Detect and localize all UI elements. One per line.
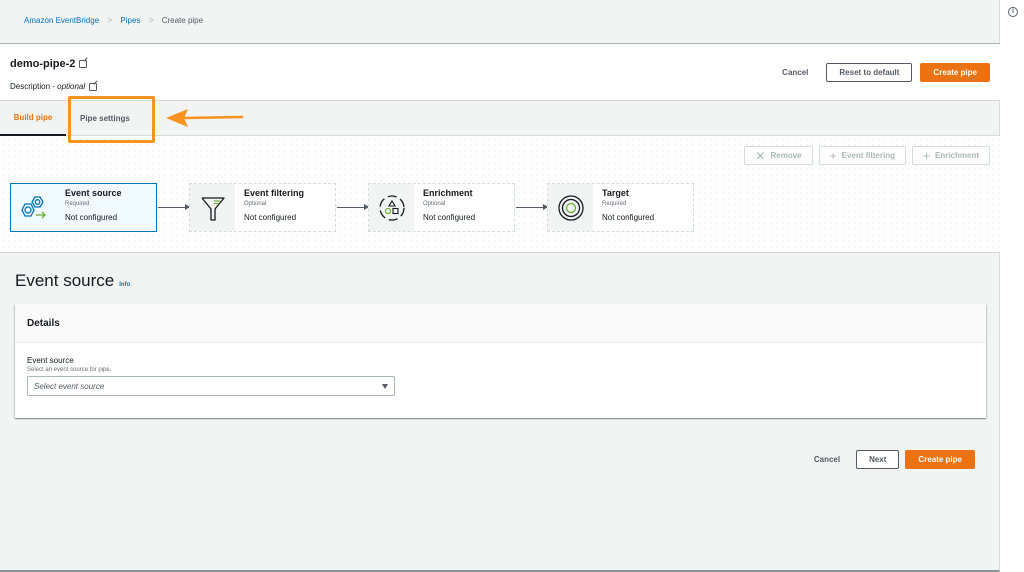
node-text: Enrichment Optional Not configured [414, 184, 475, 231]
info-link[interactable]: Info [119, 282, 130, 288]
target-icon [557, 194, 584, 221]
breadcrumb-create-pipe: Create pipe [161, 15, 204, 25]
footer-cancel-button[interactable]: Cancel [804, 455, 850, 464]
canvas-actions: ✕ Remove + Event filtering + Enrichment [744, 146, 990, 165]
node-requirement: Optional [423, 201, 446, 207]
node-status: Not configured [602, 213, 655, 222]
node-title: Target [602, 188, 629, 198]
connector-arrow [337, 204, 369, 210]
remove-button[interactable]: ✕ Remove [744, 146, 813, 165]
add-event-filtering-label: Event filtering [841, 151, 895, 160]
description-row: Description - optional [10, 82, 98, 91]
node-icon-wrap [11, 184, 56, 231]
footer-actions: Cancel Next Create pipe [804, 450, 975, 469]
node-title: Event source [65, 188, 122, 198]
remove-label: Remove [770, 151, 802, 160]
node-enrichment[interactable]: Enrichment Optional Not configured [368, 183, 515, 232]
edit-name-icon[interactable] [79, 60, 88, 68]
node-status: Not configured [423, 213, 476, 222]
cancel-button[interactable]: Cancel [772, 68, 818, 77]
event-source-field: Event source Select an event source for … [27, 356, 395, 396]
node-requirement: Required [602, 201, 627, 207]
annotation-arrow-icon [166, 109, 244, 127]
node-status: Not configured [65, 213, 118, 222]
info-circle-icon[interactable]: i [1008, 7, 1018, 17]
node-event-source[interactable]: Event source Required Not configured [10, 183, 157, 232]
field-label: Event source [27, 356, 74, 365]
filter-funnel-icon [200, 196, 225, 221]
node-title: Enrichment [423, 188, 473, 198]
node-icon-wrap [190, 184, 235, 231]
pipe-header: demo-pipe-2 Description - optional Cance… [0, 43, 1000, 101]
breadcrumb-eventbridge[interactable]: Amazon EventBridge [24, 16, 99, 25]
create-pipe-button[interactable]: Create pipe [920, 63, 990, 82]
add-enrichment-label: Enrichment [934, 151, 979, 160]
node-title: Event filtering [244, 188, 305, 198]
connector-arrow [158, 204, 190, 210]
connector-arrow [516, 204, 548, 210]
breadcrumb-separator-icon: > [107, 15, 113, 25]
field-description: Select an event source for pipe. [27, 367, 112, 373]
edit-description-icon[interactable] [89, 82, 98, 91]
plus-icon: + [829, 148, 837, 163]
node-requirement: Optional [244, 201, 267, 207]
node-requirement: Required [65, 201, 90, 207]
next-button[interactable]: Next [856, 450, 900, 469]
description-optional-text: optional [57, 82, 86, 91]
node-icon-wrap [369, 184, 414, 231]
section-header: Event source Info [15, 271, 130, 291]
add-enrichment-button[interactable]: + Enrichment [911, 146, 990, 165]
details-title: Details [15, 304, 986, 343]
pipe-builder-canvas: ✕ Remove + Event filtering + Enrichment [0, 136, 1000, 253]
node-icon-wrap [548, 184, 593, 231]
pipe-name-row: demo-pipe-2 [10, 58, 88, 70]
node-status: Not configured [244, 213, 297, 222]
pipe-name: demo-pipe-2 [10, 58, 76, 70]
breadcrumb: Amazon EventBridge > Pipes > Create pipe [24, 15, 203, 25]
add-event-filtering-button[interactable]: + Event filtering [818, 146, 906, 165]
reset-to-default-button[interactable]: Reset to default [826, 63, 913, 82]
annotation-highlight-box [68, 96, 155, 143]
description-label-text: Description - [10, 82, 58, 91]
header-actions: Cancel Reset to default Create pipe [772, 63, 990, 82]
section-title: Event source [15, 271, 115, 290]
node-text: Event source Required Not configured [56, 184, 122, 231]
close-icon: ✕ [755, 148, 766, 163]
breadcrumb-pipes[interactable]: Pipes [120, 16, 140, 25]
footer-create-pipe-button[interactable]: Create pipe [905, 450, 975, 469]
node-text: Event filtering Optional Not configured [235, 184, 304, 231]
right-rail [1000, 0, 1024, 572]
event-source-icon [20, 195, 46, 218]
event-source-select[interactable]: Select event source [27, 376, 395, 396]
caret-down-icon [382, 383, 388, 389]
page-content: Amazon EventBridge > Pipes > Create pipe… [0, 0, 1000, 572]
plus-icon: + [922, 148, 930, 163]
tab-build-pipe[interactable]: Build pipe [0, 101, 66, 136]
node-target[interactable]: Target Required Not configured [547, 183, 694, 232]
details-container: Details Event source Select an event sou… [15, 304, 986, 418]
node-text: Target Required Not configured [593, 184, 654, 231]
breadcrumb-separator-icon: > [148, 15, 154, 25]
node-event-filtering[interactable]: Event filtering Optional Not configured [189, 183, 336, 232]
description-label: Description - optional [10, 82, 85, 91]
select-placeholder: Select event source [34, 381, 105, 391]
enrichment-shapes-icon [378, 194, 405, 221]
